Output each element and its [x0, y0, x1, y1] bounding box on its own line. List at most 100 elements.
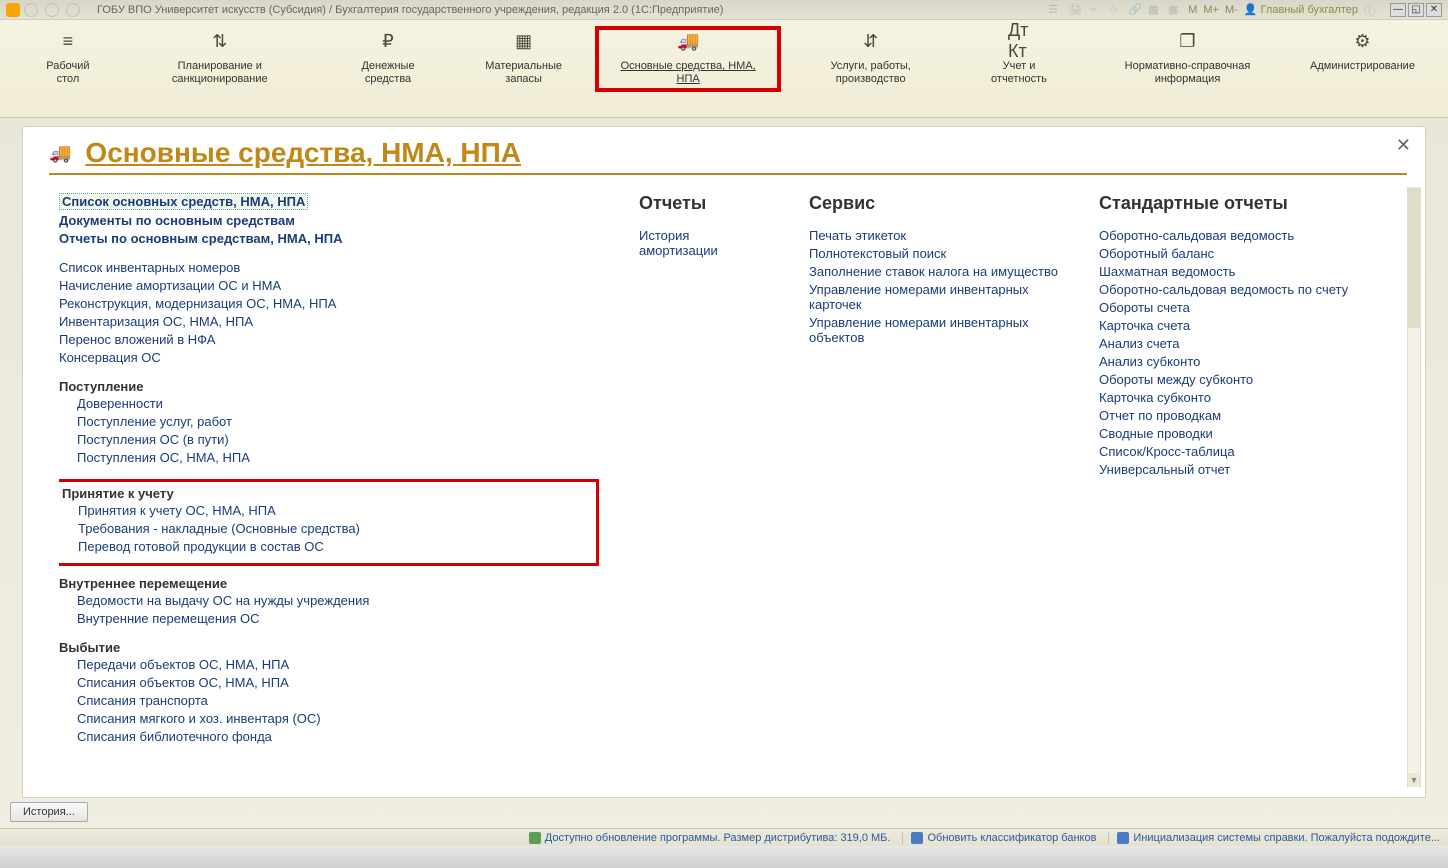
nav-icon: ≡ [57, 32, 79, 50]
nav-link[interactable]: Начисление амортизации ОС и НМА [59, 278, 599, 293]
nav-link[interactable]: Карточка субконто [1099, 390, 1359, 405]
nav-link[interactable]: Полнотекстовый поиск [809, 246, 1059, 261]
nav-link[interactable]: Оборотно-сальдовая ведомость по счету [1099, 282, 1359, 297]
toolbar-icon[interactable]: ☰ [1048, 3, 1062, 17]
nav-link[interactable]: Универсальный отчет [1099, 462, 1359, 477]
nav-back-icon[interactable] [24, 3, 38, 17]
nav-link[interactable]: Передачи объектов ОС, НМА, НПА [77, 657, 599, 672]
nav-link[interactable]: История амортизации [639, 228, 769, 258]
group-title: Выбытие [59, 640, 599, 655]
nav-forward-icon[interactable] [45, 3, 59, 17]
close-panel-button[interactable]: ✕ [1396, 135, 1411, 156]
star-icon[interactable]: ☆ [1108, 3, 1122, 17]
nav-link[interactable]: Список/Кросс-таблица [1099, 444, 1359, 459]
nav-icon: 🚚 [677, 32, 699, 50]
nav-label: Администрирование [1310, 60, 1415, 73]
nav-link[interactable]: Ведомости на выдачу ОС на нужды учрежден… [77, 593, 599, 608]
nav-link[interactable]: Обороты между субконто [1099, 372, 1359, 387]
nav-link[interactable]: Реконструкция, модернизация ОС, НМА, НПА [59, 296, 599, 311]
nav-link[interactable]: Доверенности [77, 396, 599, 411]
status-bar: Доступно обновление программы. Размер ди… [0, 828, 1448, 846]
compare-icon[interactable]: ⇔ [1088, 3, 1102, 17]
content-panel: ✕ 🚚 Основные средства, НМА, НПА Список о… [22, 126, 1426, 798]
status-banks[interactable]: Обновить классификатор банков [902, 832, 1096, 844]
nav-item-7[interactable]: ❐Нормативно-справочная информация [1078, 26, 1297, 92]
link-icon[interactable]: 🔗 [1128, 3, 1142, 17]
info-icon[interactable]: ⓘ [1364, 3, 1378, 17]
nav-link[interactable]: Инвентаризация ОС, НМА, НПА [59, 314, 599, 329]
history-button[interactable]: История... [10, 802, 88, 822]
nav-label: Учет и отчетность [974, 60, 1064, 86]
truck-icon: 🚚 [49, 143, 71, 164]
nav-label: Основные средства, НМА, НПА [609, 60, 768, 86]
refresh-icon [911, 832, 923, 844]
nav-link[interactable]: Списания транспорта [77, 693, 599, 708]
scroll-down-icon[interactable]: ▼ [1408, 773, 1420, 787]
section-link[interactable]: Документы по основным средствам [59, 213, 599, 228]
maximize-button[interactable]: ◱ [1408, 3, 1424, 17]
column-heading: Отчеты [639, 193, 769, 214]
scroll-thumb[interactable] [1408, 188, 1420, 328]
nav-link[interactable]: Требования - накладные (Основные средств… [78, 521, 590, 536]
nav-icon: ▦ [513, 32, 535, 50]
nav-link[interactable]: Управление номерами инвентарных карточек [809, 282, 1059, 312]
calendar-icon[interactable]: ▦ [1168, 3, 1182, 17]
status-help[interactable]: Инициализация системы справки. Пожалуйст… [1108, 832, 1440, 844]
print-icon[interactable]: 🖨 [1068, 3, 1082, 17]
app-title: ГОБУ ВПО Университет искусств (Субсидия)… [97, 4, 723, 16]
section-link[interactable]: Список основных средств, НМА, НПА [59, 193, 308, 210]
nav-item-1[interactable]: ⇅Планирование и санкционирование [116, 26, 324, 92]
nav-icon: ⇅ [209, 32, 231, 50]
nav-link[interactable]: Принятия к учету ОС, НМА, НПА [78, 503, 590, 518]
nav-link[interactable]: Списания мягкого и хоз. инвентаря (ОС) [77, 711, 599, 726]
nav-link[interactable]: Анализ счета [1099, 336, 1359, 351]
nav-link[interactable]: Анализ субконто [1099, 354, 1359, 369]
nav-link[interactable]: Заполнение ставок налога на имущество [809, 264, 1059, 279]
nav-icon: ❐ [1176, 32, 1198, 50]
status-update[interactable]: Доступно обновление программы. Размер ди… [521, 832, 891, 844]
nav-link[interactable]: Внутренние перемещения ОС [77, 611, 599, 626]
nav-link[interactable]: Управление номерами инвентарных объектов [809, 315, 1059, 345]
nav-item-4[interactable]: 🚚 Основные средства, НМА, НПА [595, 26, 782, 92]
m-plus-btn[interactable]: M+ [1203, 4, 1219, 16]
group-title: Внутреннее перемещение [59, 576, 599, 591]
nav-icon: ⚙ [1351, 32, 1373, 50]
nav-item-8[interactable]: ⚙ Администрирование [1297, 26, 1428, 79]
nav-link[interactable]: Консервация ОС [59, 350, 599, 365]
vertical-scrollbar[interactable]: ▲ ▼ [1407, 187, 1421, 787]
close-window-button[interactable]: ✕ [1426, 3, 1442, 17]
nav-link[interactable]: Перевод готовой продукции в состав ОС [78, 539, 590, 554]
nav-link[interactable]: Печать этикеток [809, 228, 1059, 243]
nav-link[interactable]: Поступления ОС (в пути) [77, 432, 599, 447]
nav-item-2[interactable]: ₽Денежные средства [324, 26, 453, 92]
nav-link[interactable]: Оборотный баланс [1099, 246, 1359, 261]
nav-link[interactable]: Карточка счета [1099, 318, 1359, 333]
nav-link[interactable]: Поступления ОС, НМА, НПА [77, 450, 599, 465]
group-title: Принятие к учету [62, 486, 590, 501]
nav-link[interactable]: Шахматная ведомость [1099, 264, 1359, 279]
download-icon [529, 832, 541, 844]
m-btn[interactable]: M [1188, 4, 1197, 16]
nav-item-3[interactable]: ▦Материальные запасы [452, 26, 595, 92]
nav-label: Услуги, работы, производство [795, 60, 946, 86]
nav-link[interactable]: Сводные проводки [1099, 426, 1359, 441]
nav-link[interactable]: Перенос вложений в НФА [59, 332, 599, 347]
nav-link[interactable]: Отчет по проводкам [1099, 408, 1359, 423]
nav-item-0[interactable]: ≡Рабочий стол [20, 26, 116, 92]
m-minus-btn[interactable]: M- [1225, 4, 1238, 16]
nav-link[interactable]: Списания объектов ОС, НМА, НПА [77, 675, 599, 690]
nav-link[interactable]: Списания библиотечного фонда [77, 729, 599, 744]
nav-item-6[interactable]: Дт КтУчет и отчетность [960, 26, 1078, 92]
nav-link[interactable]: Оборотно-сальдовая ведомость [1099, 228, 1359, 243]
section-link[interactable]: Отчеты по основным средствам, НМА, НПА [59, 231, 599, 246]
nav-link[interactable]: Список инвентарных номеров [59, 260, 599, 275]
nav-item-5[interactable]: ⇵Услуги, работы, производство [781, 26, 960, 92]
nav-icon: ₽ [377, 32, 399, 50]
nav-column-reports: Отчеты История амортизации [639, 193, 769, 773]
minimize-button[interactable]: — [1390, 3, 1406, 17]
user-label[interactable]: 👤 Главный бухгалтер [1244, 3, 1358, 16]
favorite-icon[interactable] [66, 3, 80, 17]
calc-icon[interactable]: ▦ [1148, 3, 1162, 17]
nav-link[interactable]: Обороты счета [1099, 300, 1359, 315]
nav-link[interactable]: Поступление услуг, работ [77, 414, 599, 429]
